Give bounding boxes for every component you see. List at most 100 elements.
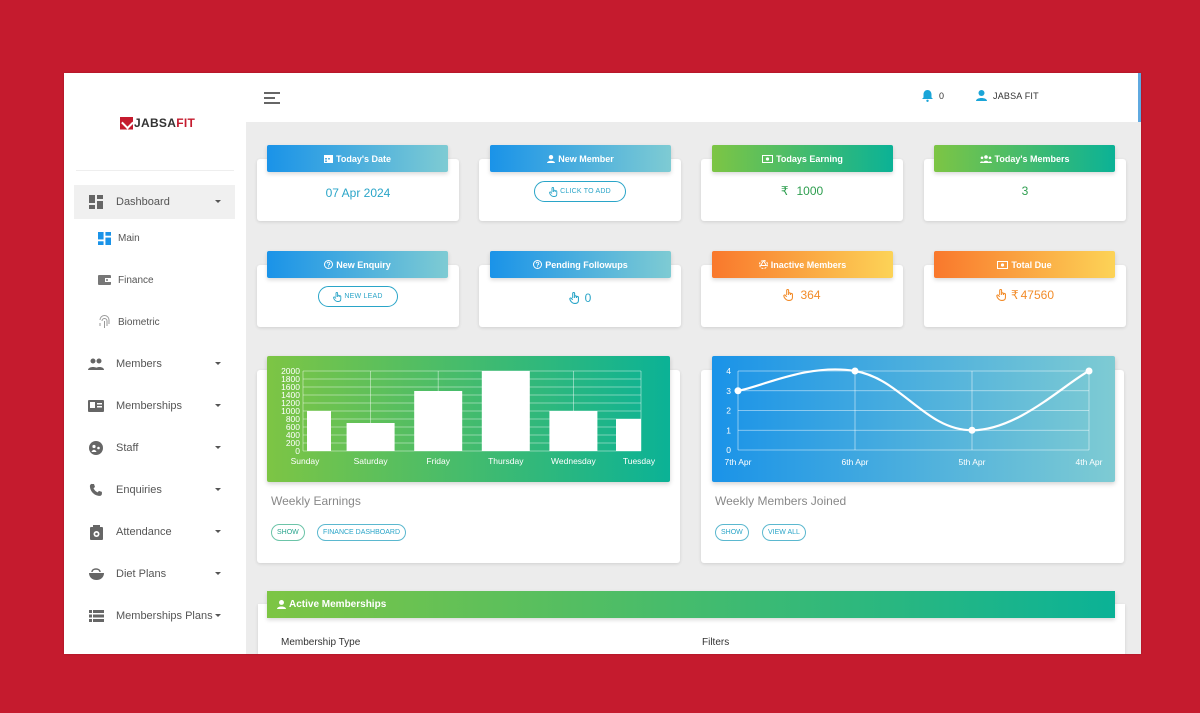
line-x-tick-label: 5th Apr <box>959 457 986 467</box>
card-title: New Member <box>558 153 614 164</box>
inactive-members-value[interactable]: 364 <box>701 285 903 305</box>
sidebar-subitem-main[interactable]: Main <box>97 228 140 248</box>
bar-saturday <box>346 423 395 451</box>
line-y-tick-label: 3 <box>726 386 731 396</box>
money-icon <box>762 154 774 163</box>
sidebar-subitem-label: Main <box>118 232 140 244</box>
card-todays-date-header: Today's Date <box>267 145 448 172</box>
card-title: Today's Date <box>336 153 391 164</box>
bell-icon <box>922 90 933 102</box>
card-new-enquiry-header: New Enquiry <box>267 251 448 278</box>
user-icon <box>976 90 987 101</box>
earnings-show-button[interactable]: SHOW <box>271 524 305 541</box>
pointer-hand-icon <box>783 289 794 301</box>
members-show-button[interactable]: SHOW <box>715 524 749 541</box>
sidebar-item-attendance[interactable]: Attendance <box>74 515 235 549</box>
new-lead-button[interactable]: NEW LEAD <box>318 286 398 307</box>
currency-symbol: ₹ <box>780 184 789 198</box>
line-y-tick-label: 2 <box>726 406 731 416</box>
followups-count: 0 <box>584 291 592 305</box>
inactive-count: 364 <box>800 288 821 302</box>
bar-x-tick-label: Wednesday <box>551 456 596 466</box>
todays-earning-value: ₹ 1000 <box>701 181 903 201</box>
brand-logo[interactable]: JABSA FIT <box>120 115 195 131</box>
sidebar-item-memberships[interactable]: Memberships <box>74 389 235 423</box>
sidebar-item-staff[interactable]: Staff <box>74 431 235 465</box>
weekly-members-chart: 0 1 2 3 4 7th Apr 6th Apr 5th Apr 4th Apr <box>712 356 1115 482</box>
card-title: New Enquiry <box>336 259 391 270</box>
app-window: JABSA FIT Dashboard Main Finance Biometr… <box>64 73 1141 654</box>
sidebar-item-label: Diet Plans <box>116 568 167 580</box>
members-point-2 <box>968 426 976 434</box>
pending-followups-value[interactable]: 0 <box>479 288 681 308</box>
line-y-tick-label: 1 <box>726 425 731 435</box>
user-icon <box>547 154 556 163</box>
sidebar-item-members[interactable]: Members <box>74 347 235 381</box>
sidebar-item-label: Memberships Plans <box>116 610 213 622</box>
card-inactive-members-header: Inactive Members <box>712 251 893 278</box>
recycle-icon <box>758 260 768 269</box>
sidebar-subitem-label: Biometric <box>118 316 160 328</box>
weekly-earnings-chart: 0 200 400 600 800 1000 1200 1400 1600 1800 2000 Sun… <box>267 356 670 482</box>
sidebar-divider <box>76 170 234 171</box>
bar-thursday <box>481 371 530 451</box>
bar-x-tick-label: Thursday <box>488 456 524 466</box>
filters-label: Filters <box>702 637 730 648</box>
card-pending-followups-header: Pending Followups <box>490 251 671 278</box>
dashboard-icon <box>88 194 104 210</box>
members-point-3 <box>1085 367 1093 375</box>
bar-wednesday <box>549 411 598 451</box>
bar-x-tick-label: Tuesday <box>623 456 656 466</box>
bar-tuesday <box>616 419 641 451</box>
finance-dashboard-button[interactable]: FINANCE DASHBOARD <box>317 524 407 541</box>
sidebar-subitem-label: Finance <box>118 274 154 286</box>
card-new-member-header: New Member <box>490 145 671 172</box>
click-to-add-button[interactable]: CLICK TO ADD <box>534 181 626 202</box>
bar-x-tick-label: Friday <box>426 456 450 466</box>
active-memberships-title: Active Memberships <box>289 599 387 610</box>
todays-date-value: 07 Apr 2024 <box>325 186 391 200</box>
click-to-add-label: CLICK TO ADD <box>560 188 611 195</box>
pointer-hand-icon <box>996 289 1007 301</box>
pointer-hand-icon <box>333 291 342 302</box>
notifications-button[interactable]: 0 <box>922 90 944 102</box>
sidebar-subitem-biometric[interactable]: Biometric <box>97 312 160 332</box>
pointer-hand-icon <box>568 292 580 304</box>
line-y-tick-label: 0 <box>726 445 731 455</box>
line-y-tick-label: 4 <box>726 366 731 376</box>
sidebar-item-label: Memberships <box>116 400 183 412</box>
new-lead-label: NEW LEAD <box>344 293 383 300</box>
brand-name-part1: JABSA <box>134 116 177 130</box>
members-point-1 <box>851 367 859 375</box>
sidebar-item-label: Members <box>116 358 162 370</box>
currency-symbol: ₹ <box>1010 288 1019 302</box>
brand-name-part2: FIT <box>176 116 196 130</box>
bar-friday <box>414 391 463 451</box>
phone-icon <box>88 482 104 498</box>
sidebar-item-dashboard[interactable]: Dashboard <box>74 185 235 219</box>
user-menu[interactable]: JABSA FIT <box>976 90 1039 101</box>
card-title: Today's Members <box>994 153 1070 164</box>
menu-toggle-icon[interactable] <box>264 92 280 105</box>
sidebar-item-diet-plans[interactable]: Diet Plans <box>74 557 235 591</box>
due-amount: 47560 <box>1020 288 1054 302</box>
card-todays-members-header: Today's Members <box>934 145 1115 172</box>
line-x-tick-label: 7th Apr <box>725 457 752 467</box>
total-due-value[interactable]: ₹ 47560 <box>924 285 1126 305</box>
list-icon <box>88 608 104 624</box>
line-x-tick-label: 4th Apr <box>1076 457 1103 467</box>
attendance-icon <box>88 524 104 540</box>
card-title: Pending Followups <box>545 259 628 270</box>
weekly-earnings-title: Weekly Earnings <box>271 494 361 508</box>
card-title: Todays Earning <box>776 153 843 164</box>
sidebar-item-memberships-plans[interactable]: Memberships Plans <box>74 599 235 633</box>
caret-down-icon <box>215 200 221 203</box>
sidebar-item-label: Enquiries <box>116 484 162 496</box>
sidebar-item-enquiries[interactable]: Enquiries <box>74 473 235 507</box>
card-total-due-header: Total Due <box>934 251 1115 278</box>
grid-icon <box>97 231 111 245</box>
sidebar-subitem-finance[interactable]: Finance <box>97 270 154 290</box>
sidebar-item-label: Attendance <box>116 526 172 538</box>
view-all-button[interactable]: VIEW ALL <box>762 524 806 541</box>
caret-down-icon <box>215 404 221 407</box>
